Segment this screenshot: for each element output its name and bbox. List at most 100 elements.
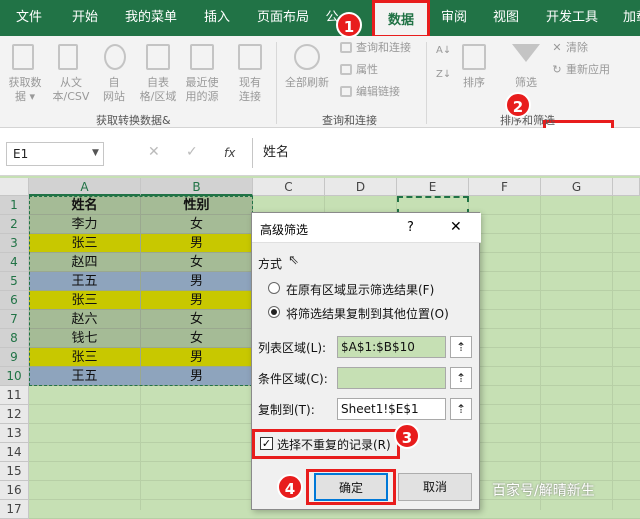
get-data-label-2: 据 ▾ <box>14 90 36 103</box>
recent-sources-icon <box>190 44 214 70</box>
query-connections-button[interactable]: 查询和连接 <box>356 41 422 55</box>
row-header[interactable]: 2 <box>0 215 29 234</box>
row-header[interactable]: 9 <box>0 348 29 367</box>
copy-to-collapse-icon[interactable]: ⇡ <box>450 398 472 420</box>
recent-sources-label: 最近使 <box>185 76 219 89</box>
column-header-g[interactable]: G <box>541 178 613 196</box>
get-data-button[interactable]: 获取数据 ▾ <box>2 76 48 104</box>
formula-input[interactable]: 姓名 <box>252 138 640 168</box>
tab-developer[interactable]: 开发工具 <box>540 0 604 36</box>
row-header[interactable]: 12 <box>0 405 29 424</box>
table-icon <box>146 44 170 70</box>
row-header[interactable]: 4 <box>0 253 29 272</box>
select-all-corner[interactable] <box>0 178 29 196</box>
list-range-collapse-icon[interactable]: ⇡ <box>450 336 472 358</box>
radio-filter-in-place[interactable] <box>268 282 280 294</box>
criteria-range-label: 条件区域(C): <box>258 372 328 386</box>
get-data-label: 获取数 <box>8 76 42 89</box>
list-range-input[interactable]: $A$1:$B$10 <box>337 336 446 358</box>
column-header-f[interactable]: F <box>469 178 541 196</box>
from-csv-button[interactable]: 从文 本/CSV <box>48 76 94 104</box>
row-header[interactable]: 15 <box>0 462 29 481</box>
filter-button[interactable]: 筛选 <box>508 76 544 90</box>
row-header[interactable]: 5 <box>0 272 29 291</box>
column-header-d[interactable]: D <box>325 178 397 196</box>
row-header[interactable]: 10 <box>0 367 29 386</box>
existing-connections-label-2: 连接 <box>239 90 261 103</box>
existing-connections-button[interactable]: 现有 连接 <box>230 76 270 104</box>
query-connections-icon <box>340 42 352 53</box>
from-table-button[interactable]: 自表 格/区域 <box>136 76 180 104</box>
help-button[interactable]: ? <box>407 220 414 235</box>
radio-copy-to-location[interactable] <box>268 306 280 318</box>
tab-my-menu[interactable]: 我的菜单 <box>118 0 184 36</box>
watermark: 百家号/解晴新生 <box>492 483 595 499</box>
sort-az-icon[interactable]: A↓ <box>436 44 451 58</box>
from-csv-label: 从文 <box>60 76 82 89</box>
recent-sources-label-2: 用的源 <box>185 90 219 103</box>
group-label-get-data: 获取转换数据& <box>96 114 171 127</box>
ribbon-separator <box>276 42 277 124</box>
unique-records-checkbox[interactable]: ✓ <box>260 437 273 450</box>
tab-home[interactable]: 开始 <box>62 0 108 36</box>
close-button[interactable]: ✕ <box>450 219 462 235</box>
clear-button[interactable]: 清除 <box>566 41 606 55</box>
tab-insert[interactable]: 插入 <box>194 0 240 36</box>
ribbon: 获取数据 ▾ 从文 本/CSV 自网站 自表 格/区域 最近使 用的源 现有 连接 获取… <box>0 36 640 148</box>
properties-button[interactable]: 属性 <box>356 63 396 77</box>
column-header-c[interactable]: C <box>253 178 325 196</box>
row-header[interactable]: 16 <box>0 481 29 500</box>
tab-view[interactable]: 视图 <box>486 0 526 36</box>
tab-data[interactable]: 数据 <box>372 0 430 38</box>
refresh-all-button[interactable]: 全部刷新 <box>282 76 332 90</box>
name-box-dropdown-icon[interactable]: ▼ <box>92 148 99 158</box>
insert-function-icon[interactable]: fx <box>224 146 235 160</box>
row-header[interactable]: 14 <box>0 443 29 462</box>
tab-addins[interactable]: 加载 <box>616 0 640 36</box>
criteria-range-collapse-icon[interactable]: ⇡ <box>450 367 472 389</box>
tab-page-layout[interactable]: 页面布局 <box>250 0 316 36</box>
sort-button[interactable]: 排序 <box>456 76 492 90</box>
unique-records-label[interactable]: 选择不重复的记录(R) <box>277 436 391 453</box>
cancel-button[interactable]: 取消 <box>398 473 472 501</box>
step-badge-4: 4 <box>277 474 303 500</box>
sort-icon <box>462 44 486 70</box>
criteria-range-input[interactable] <box>337 367 446 389</box>
dialog-titlebar: 高级筛选 ? ✕ <box>252 213 481 243</box>
ribbon-separator-2 <box>426 42 427 124</box>
from-web-button[interactable]: 自网站 <box>96 76 132 104</box>
ok-button[interactable]: 确定 <box>314 473 388 501</box>
radio-copy-to-location-label[interactable]: 将筛选结果复制到其他位置(O) <box>286 305 449 322</box>
method-label: 方式 <box>258 257 283 271</box>
copy-to-input[interactable]: Sheet1!$E$1 <box>337 398 446 420</box>
column-header-a[interactable]: A <box>29 178 141 196</box>
row-header[interactable]: 6 <box>0 291 29 310</box>
step-badge-2: 2 <box>505 92 531 118</box>
sort-za-icon[interactable]: Z↓ <box>436 68 451 82</box>
column-header-b[interactable]: B <box>141 178 253 196</box>
refresh-icon <box>294 44 320 70</box>
list-range-label: 列表区域(L): <box>258 341 327 355</box>
row-header[interactable]: 8 <box>0 329 29 348</box>
row-header[interactable]: 13 <box>0 424 29 443</box>
row-header[interactable]: 1 <box>0 196 29 215</box>
edit-links-button[interactable]: 编辑链接 <box>356 85 416 99</box>
tab-review[interactable]: 审阅 <box>434 0 474 36</box>
tab-file[interactable]: 文件 <box>6 0 52 36</box>
cancel-formula-icon[interactable]: ✕ <box>148 144 160 160</box>
mouse-cursor-icon: ⇖ <box>288 253 299 268</box>
gridline <box>612 196 613 510</box>
name-box[interactable]: E1 <box>6 142 104 166</box>
row-header[interactable]: 3 <box>0 234 29 253</box>
row-header[interactable]: 11 <box>0 386 29 405</box>
row-header[interactable]: 7 <box>0 310 29 329</box>
column-header-h[interactable] <box>613 178 640 196</box>
confirm-formula-icon[interactable]: ✓ <box>186 144 198 160</box>
copy-to-label: 复制到(T): <box>258 403 315 417</box>
step-badge-1: 1 <box>336 12 362 38</box>
gridline <box>540 196 541 510</box>
radio-filter-in-place-label[interactable]: 在原有区域显示筛选结果(F) <box>286 281 434 298</box>
recent-sources-button[interactable]: 最近使 用的源 <box>180 76 224 104</box>
column-header-e[interactable]: E <box>397 178 469 196</box>
reapply-button[interactable]: 重新应用 <box>566 63 626 77</box>
